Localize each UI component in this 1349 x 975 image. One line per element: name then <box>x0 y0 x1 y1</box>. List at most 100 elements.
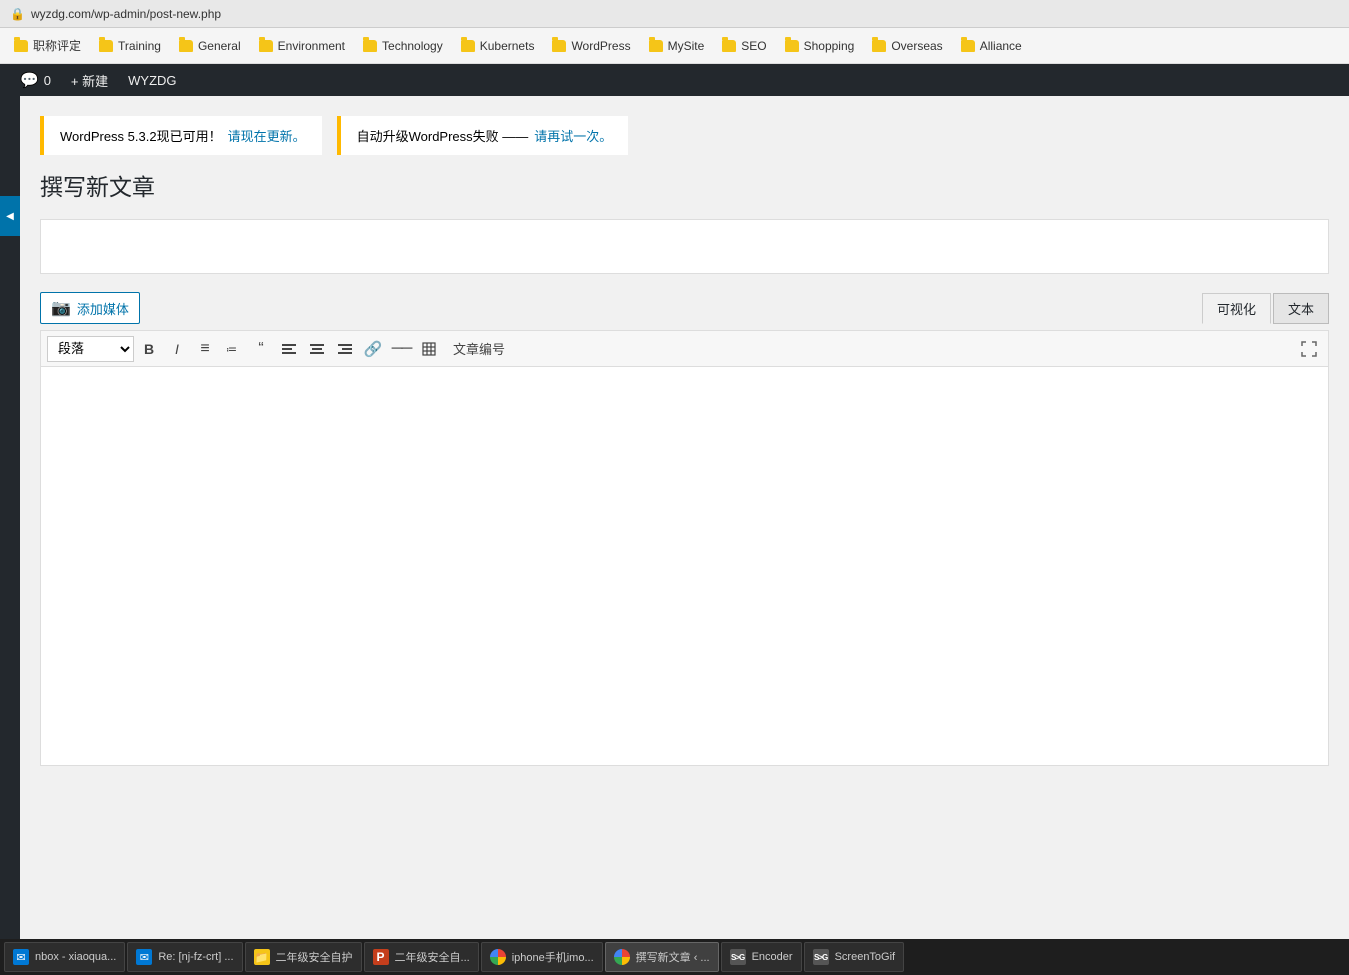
bookmark-label: WordPress <box>571 39 630 53</box>
italic-button[interactable]: I <box>164 336 190 362</box>
notice-upgrade-link[interactable]: 请再试一次。 <box>534 126 612 145</box>
align-right-button[interactable] <box>332 336 358 362</box>
bookmark-label: MySite <box>668 39 705 53</box>
taskbar-item-chrome-wp[interactable]: 撰写新文章 ‹ ... <box>605 942 719 972</box>
bookmark-label: General <box>198 39 241 53</box>
browser-bar: 🔒 wyzdg.com/wp-admin/post-new.php <box>0 0 1349 28</box>
wp-content-area: WordPress 5.3.2现已可用！ 请现在更新。 自动升级WordPres… <box>20 96 1349 939</box>
encoder-icon: S>G <box>730 949 746 965</box>
taskbar-item-email[interactable]: ✉ Re: [nj-fz-crt] ... <box>127 942 242 972</box>
bookmark-label: Environment <box>278 39 345 53</box>
bookmark-item-Shopping[interactable]: Shopping <box>777 35 863 57</box>
bookmark-folder-icon <box>14 40 28 52</box>
tab-visual[interactable]: 可视化 <box>1202 293 1271 324</box>
taskbar-chrome2-label: 撰写新文章 ‹ ... <box>636 949 710 965</box>
admin-bar-new[interactable]: + 新建 <box>61 64 118 96</box>
bookmark-item-Alliance[interactable]: Alliance <box>953 35 1030 57</box>
bold-button[interactable]: B <box>136 336 162 362</box>
bookmark-item-Training[interactable]: Training <box>91 35 169 57</box>
notice-update-link[interactable]: 请现在更新。 <box>228 126 306 145</box>
paragraph-select[interactable]: 段落 标题1 标题2 标题3 标题4 标题5 标题6 预格式化 <box>47 336 134 362</box>
notices-container: WordPress 5.3.2现已可用！ 请现在更新。 自动升级WordPres… <box>40 116 1329 155</box>
taskbar-encoder-label: Encoder <box>752 951 793 963</box>
taskbar-screentogif-label: ScreenToGif <box>835 951 896 963</box>
taskbar-item-chrome-iphone[interactable]: iphone手机imo... <box>481 942 603 972</box>
bookmark-item-Environment[interactable]: Environment <box>251 35 353 57</box>
fullscreen-button[interactable] <box>1296 336 1322 362</box>
bookmark-folder-icon <box>259 40 273 52</box>
chrome-icon-1 <box>490 949 506 965</box>
taskbar-item-inbox[interactable]: ✉ nbox - xiaoqua... <box>4 942 125 972</box>
admin-bar-site[interactable]: WYZDG <box>118 64 186 96</box>
bookmark-folder-icon <box>363 40 377 52</box>
bookmark-folder-icon <box>649 40 663 52</box>
unordered-list-button[interactable]: ≡ <box>192 336 218 362</box>
page-title: 撰写新文章 <box>40 173 1329 203</box>
link-button[interactable]: 🔗 <box>360 336 386 362</box>
powerpoint-icon: P <box>373 949 389 965</box>
notice-upgrade-failed: 自动升级WordPress失败 —— 请再试一次。 <box>337 116 629 155</box>
bookmark-folder-icon <box>722 40 736 52</box>
bookmark-item-Overseas[interactable]: Overseas <box>864 35 950 57</box>
notice-update-text: WordPress 5.3.2现已可用！ <box>60 126 222 145</box>
notice-update: WordPress 5.3.2现已可用！ 请现在更新。 <box>40 116 322 155</box>
post-title-input[interactable] <box>40 219 1329 274</box>
taskbar: ✉ nbox - xiaoqua... ✉ Re: [nj-fz-crt] ..… <box>0 939 1349 975</box>
comment-count: 0 <box>44 73 51 88</box>
taskbar-item-folder[interactable]: 📁 二年级安全自护 <box>245 942 362 972</box>
taskbar-item-encoder[interactable]: S>G Encoder <box>721 942 802 972</box>
bookmark-item-Technology[interactable]: Technology <box>355 35 451 57</box>
outlook-icon: ✉ <box>13 949 29 965</box>
tab-text[interactable]: 文本 <box>1273 293 1329 324</box>
blockquote-button[interactable]: “ <box>248 336 274 362</box>
taskbar-inbox-label: nbox - xiaoqua... <box>35 951 116 963</box>
bookmark-label: Kubernets <box>480 39 535 53</box>
editor-body[interactable] <box>40 366 1329 766</box>
bookmark-label: Overseas <box>891 39 942 53</box>
sidebar-toggle[interactable]: ◀ <box>0 196 20 236</box>
bookmark-folder-icon <box>99 40 113 52</box>
wp-main-layout: ◀ WordPress 5.3.2现已可用！ 请现在更新。 自动升级WordPr… <box>0 96 1349 939</box>
bookmarks-bar: 职称评定Training General Environment Technology… <box>0 28 1349 64</box>
align-center-button[interactable] <box>304 336 330 362</box>
bookmark-label: Shopping <box>804 39 855 53</box>
add-media-label: 添加媒体 <box>77 299 129 318</box>
post-number-button[interactable]: 文章编号 <box>444 335 514 362</box>
wp-sidebar: ◀ <box>0 96 20 939</box>
new-content-label: + 新建 <box>71 71 108 90</box>
bookmark-item-MySite[interactable]: MySite <box>641 35 713 57</box>
bookmark-folder-icon <box>179 40 193 52</box>
taskbar-folder-label: 二年级安全自护 <box>276 949 353 965</box>
bookmark-item-Kubernets[interactable]: Kubernets <box>453 35 543 57</box>
add-media-icon: 📷 <box>51 298 71 318</box>
site-name: WYZDG <box>128 73 176 88</box>
bookmark-folder-icon <box>785 40 799 52</box>
taskbar-email-label: Re: [nj-fz-crt] ... <box>158 951 233 963</box>
editor-toolbar: 段落 标题1 标题2 标题3 标题4 标题5 标题6 预格式化 B I ≡ ≔ … <box>40 330 1329 366</box>
ordered-list-button[interactable]: ≔ <box>220 336 246 362</box>
bookmark-label: SEO <box>741 39 766 53</box>
bookmark-item-WordPress[interactable]: WordPress <box>544 35 638 57</box>
admin-bar-comments[interactable]: 💬 0 <box>10 64 61 96</box>
bookmark-label: Technology <box>382 39 443 53</box>
outlook-icon-2: ✉ <box>136 949 152 965</box>
taskbar-item-screentogif[interactable]: S>G ScreenToGif <box>804 942 905 972</box>
read-more-button[interactable]: ── <box>388 336 414 362</box>
wp-admin-bar: 💬 0 + 新建 WYZDG <box>0 64 1349 96</box>
table-button[interactable] <box>416 336 442 362</box>
chrome-icon-2 <box>614 949 630 965</box>
bookmark-item-职称评定[interactable]: 职称评定 <box>6 33 89 58</box>
align-left-button[interactable] <box>276 336 302 362</box>
bookmark-folder-icon <box>961 40 975 52</box>
bookmark-label: Alliance <box>980 39 1022 53</box>
lock-icon: 🔒 <box>10 7 25 21</box>
screentogif-icon: S>G <box>813 949 829 965</box>
add-media-button[interactable]: 📷 添加媒体 <box>40 292 140 324</box>
editor-tabs: 可视化 文本 <box>1202 293 1329 324</box>
bookmark-item-General[interactable]: General <box>171 35 249 57</box>
notice-upgrade-text: 自动升级WordPress失败 —— <box>357 126 529 145</box>
folder-icon: 📁 <box>254 949 270 965</box>
bookmark-folder-icon <box>872 40 886 52</box>
bookmark-item-SEO[interactable]: SEO <box>714 35 774 57</box>
taskbar-item-ppt[interactable]: P 二年级安全自... <box>364 942 479 972</box>
